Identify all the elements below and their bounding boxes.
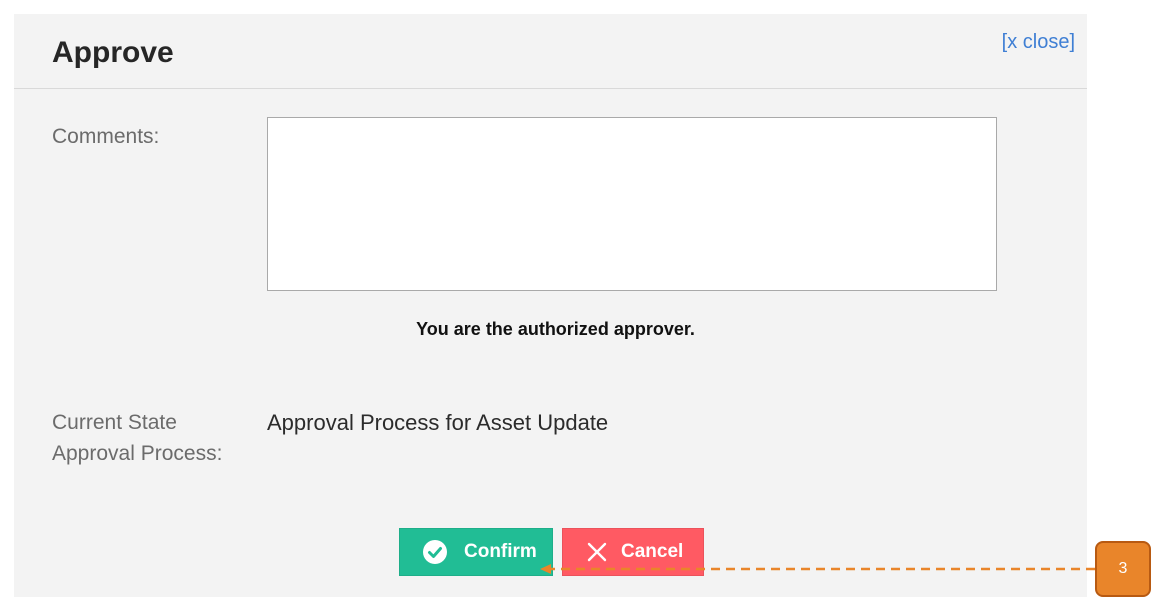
dialog-header: Approve [x close] (14, 14, 1087, 89)
x-icon (587, 542, 607, 562)
confirm-button[interactable]: Confirm (399, 528, 553, 576)
cancel-button[interactable]: Cancel (562, 528, 704, 576)
current-state-value: Approval Process for Asset Update (267, 410, 609, 435)
comments-input[interactable] (267, 117, 997, 291)
comments-label: Comments: (52, 125, 160, 148)
current-state-label-line2: Approval Process: (52, 442, 223, 465)
current-state-label-line1: Current State (52, 411, 177, 434)
close-link[interactable]: [x close] (1002, 31, 1075, 54)
current-state-label: Current State Approval Process: (52, 407, 222, 469)
cancel-label: Cancel (621, 541, 684, 562)
approver-message: You are the authorized approver. (416, 319, 695, 339)
callout-badge: 3 (1095, 541, 1151, 597)
approve-dialog: Approve [x close] Comments: You are the … (14, 14, 1087, 597)
dialog-title: Approve (52, 36, 174, 69)
confirm-label: Confirm (464, 541, 537, 562)
check-circle-icon (422, 539, 448, 565)
